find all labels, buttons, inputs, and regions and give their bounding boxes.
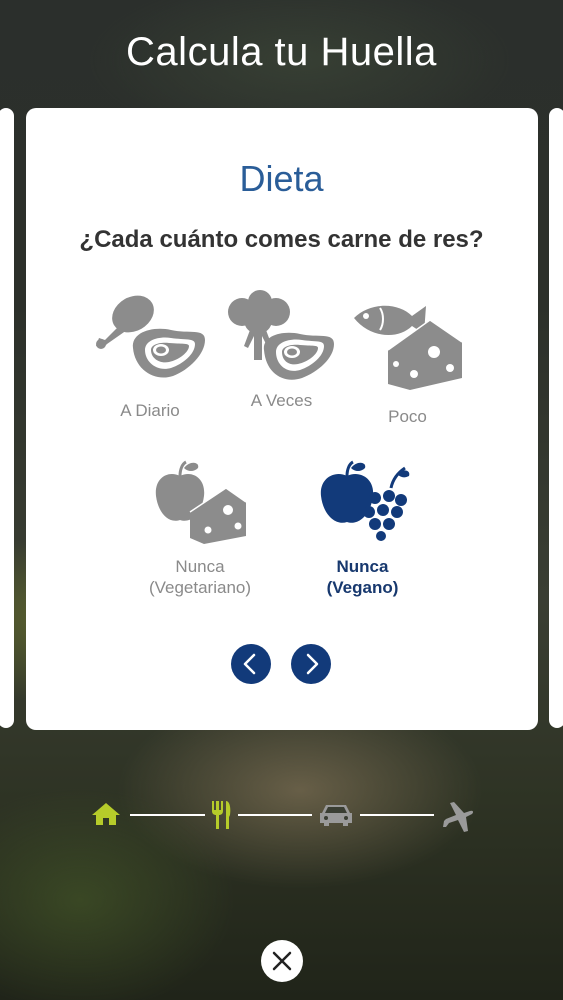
chevron-left-icon bbox=[243, 653, 256, 675]
option-label: Poco bbox=[388, 407, 427, 426]
previous-button[interactable] bbox=[231, 644, 271, 684]
card-title: Dieta bbox=[239, 158, 324, 199]
apple-grapes-icon bbox=[320, 460, 409, 541]
home-icon[interactable] bbox=[92, 803, 120, 825]
option-label: A Diario bbox=[120, 401, 180, 420]
progress-indicator bbox=[92, 801, 474, 832]
option-label: Nunca bbox=[336, 557, 389, 576]
option-a-veces[interactable]: A Veces bbox=[224, 290, 339, 411]
previous-card-peek[interactable] bbox=[0, 108, 14, 728]
fish-cheese-icon bbox=[354, 305, 463, 390]
fork-knife-icon[interactable] bbox=[212, 801, 231, 829]
next-button[interactable] bbox=[291, 644, 331, 684]
question-text: ¿Cada cuánto comes carne de res? bbox=[79, 226, 484, 253]
option-label: A Veces bbox=[250, 391, 313, 410]
option-a-diario[interactable]: A Diario bbox=[90, 292, 210, 421]
option-nunca-vegetariano[interactable]: Nunca (Vegetariano) bbox=[140, 460, 260, 598]
chicken-steak-icon bbox=[95, 295, 205, 378]
broccoli-steak-icon bbox=[228, 290, 334, 380]
option-poco[interactable]: Poco bbox=[350, 298, 465, 427]
option-sublabel: (Vegano) bbox=[326, 578, 399, 597]
option-label: Nunca bbox=[175, 557, 225, 576]
close-button[interactable] bbox=[261, 940, 303, 982]
close-icon bbox=[272, 951, 292, 971]
car-icon[interactable] bbox=[320, 805, 352, 826]
apple-cheese-icon bbox=[155, 460, 247, 544]
page-title: Calcula tu Huella bbox=[126, 30, 437, 74]
option-nunca-vegano[interactable]: Nunca (Vegano) bbox=[305, 460, 420, 598]
next-card-peek[interactable] bbox=[549, 108, 563, 728]
airplane-icon[interactable] bbox=[443, 802, 474, 832]
option-sublabel: (Vegetariano) bbox=[148, 578, 252, 597]
chevron-right-icon bbox=[306, 653, 319, 675]
